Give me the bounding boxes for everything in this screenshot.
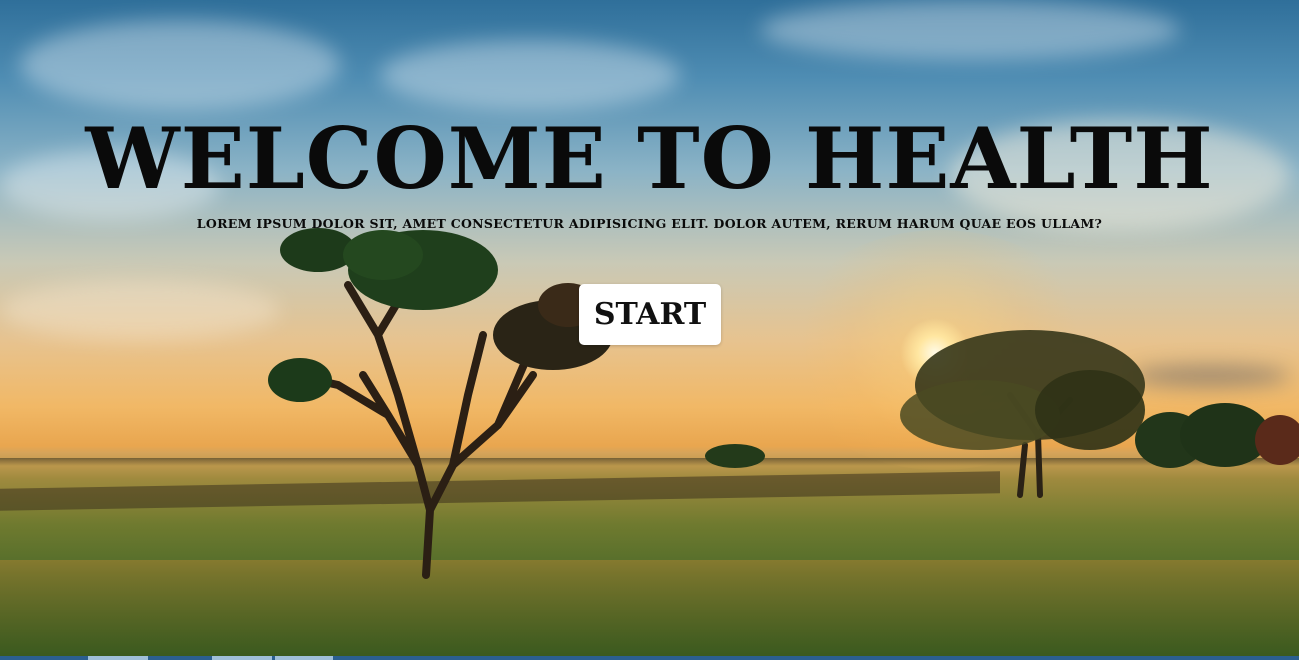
taskbar-item[interactable] [275,656,333,660]
cloud-shape [20,20,340,110]
start-button[interactable]: START [579,284,721,345]
cloud-shape [380,40,680,110]
cloud-shape [0,280,280,340]
tree-right-icon [900,330,1145,498]
taskbar [0,656,1299,660]
taskbar-item[interactable] [88,656,148,660]
tree-left-icon [268,228,613,579]
page-subtitle: LOREM IPSUM DOLOR SIT, AMET CONSECTETUR … [196,216,1103,231]
bush-icon [705,444,765,468]
hero-section: WELCOME TO HEALTH LOREM IPSUM DOLOR SIT,… [0,0,1299,656]
tree-cluster-icon [1135,403,1299,468]
page-title: WELCOME TO HEALTH [85,109,1214,208]
taskbar-item[interactable] [212,656,272,660]
foreground-grass [0,560,1299,656]
cloud-shape [760,0,1180,60]
cloud-shape [1130,365,1290,387]
